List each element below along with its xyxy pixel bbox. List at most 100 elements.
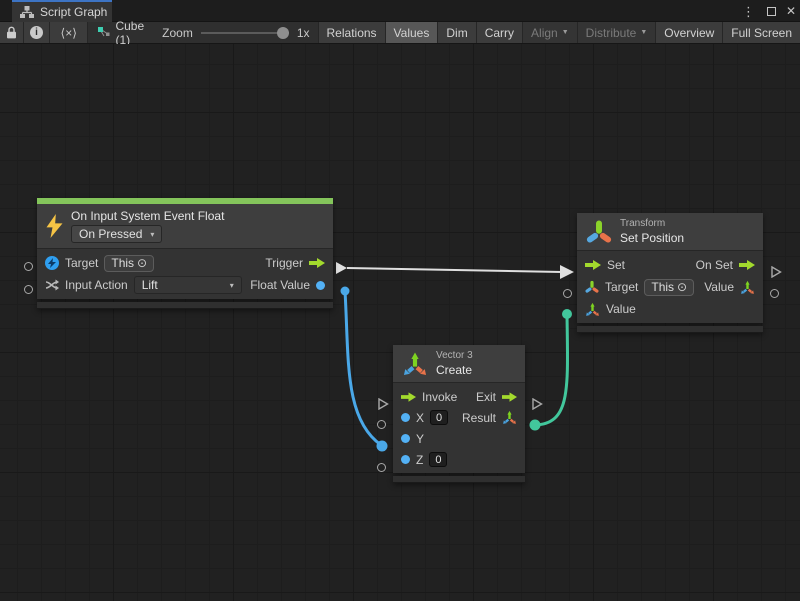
inspect-button[interactable]: i [24,22,50,43]
align-button[interactable]: Align▼ [523,22,578,43]
port-transform-onset[interactable] [770,266,782,278]
flow-arrow-icon [502,392,517,402]
node-footer [577,326,763,333]
values-button[interactable]: Values [386,22,439,43]
code-icon: ⟨×⟩ [61,26,77,40]
target-label: Target [605,280,638,294]
port-input-event-action[interactable] [24,285,33,294]
chevron-down-icon: ▾ [230,281,234,290]
port-vector3-x[interactable] [377,420,386,429]
full-screen-button[interactable]: Full Screen [723,22,800,43]
z-value-field[interactable]: 0 [429,452,447,467]
y-row: Y [393,428,525,449]
y-port-dot-icon [401,434,410,443]
input-action-row: Input Action Lift ▾ Float Value [37,274,333,296]
node-header[interactable]: Transform Set Position [577,213,763,251]
vector3-mini-icon [585,302,600,317]
window-menu-icon[interactable]: ⋮ [740,5,757,18]
port-vector3-exit[interactable] [531,398,543,410]
trigger-label: Trigger [265,256,303,270]
graph-breadcrumb[interactable]: Cube (1) [88,22,154,43]
node-title: Create [436,363,473,377]
exit-label: Exit [476,390,496,404]
flow-arrow-icon [585,260,601,270]
x-port-dot-icon [401,413,410,422]
flow-arrow-icon [309,258,325,268]
graph-canvas[interactable]: On Input System Event Float On Pressed ▾ [0,44,800,601]
zoom-slider-track [201,32,289,34]
relations-button[interactable]: Relations [319,22,386,43]
value-out-label: Value [704,280,734,294]
dim-button[interactable]: Dim [438,22,476,43]
z-port-dot-icon [401,455,410,464]
node-category: Transform [620,218,684,229]
breadcrumb-label: Cube (1) [115,19,144,47]
input-action-label: Input Action [65,278,128,292]
transform-mini-icon [585,280,599,294]
port-input-event-target[interactable] [24,262,33,271]
node-on-input-system-event-float[interactable]: On Input System Event Float On Pressed ▾ [37,198,333,309]
target-object-picker[interactable]: This ⊙ [644,279,694,296]
input-action-dropdown[interactable]: Lift ▾ [134,276,242,294]
vector3-icon [402,351,428,377]
lock-button[interactable] [0,22,24,43]
target-row: Target This ⊙ Trigger [37,252,333,274]
port-vector3-z[interactable] [377,463,386,472]
target-row: Target This ⊙ Value [577,276,763,298]
port-transform-value-out[interactable] [770,289,779,298]
edit-source-button[interactable]: ⟨×⟩ [50,22,88,43]
node-footer [37,302,333,309]
node-title: On Input System Event Float [71,209,224,223]
flow-arrow-icon [401,392,416,402]
port-transform-target[interactable] [563,289,572,298]
overview-button[interactable]: Overview [656,22,723,43]
carry-button[interactable]: Carry [477,22,523,43]
x-label: X [416,411,424,425]
vector3-mini-icon [502,410,517,425]
zoom-label: Zoom [162,26,193,40]
transform-icon [586,219,612,245]
self-target-icon: ⊙ [677,280,687,294]
result-label: Result [462,411,496,425]
port-vector3-invoke[interactable] [377,398,389,410]
graph-hierarchy-icon [20,6,34,18]
on-set-label: On Set [696,258,733,272]
z-label: Z [416,453,423,467]
float-value-label: Float Value [250,278,310,292]
invoke-label: Invoke [422,390,457,404]
script-graph-window: Script Graph ⋮ ✕ i ⟨×⟩ [0,0,800,601]
set-row: Set On Set [577,254,763,276]
node-transform-set-position[interactable]: Transform Set Position Set On Set [577,213,763,333]
align-dropdown-icon: ▼ [562,29,569,36]
node-category: Vector 3 [436,350,473,361]
tab-title: Script Graph [40,5,107,19]
float-value-dot-icon [316,281,325,290]
set-label: Set [607,258,625,272]
zoom-value: 1x [297,26,310,40]
flow-arrow-icon [739,260,755,270]
node-title: Set Position [620,231,684,245]
node-header[interactable]: On Input System Event Float On Pressed ▾ [37,204,333,249]
tab-script-graph[interactable]: Script Graph [12,0,112,22]
node-header[interactable]: Vector 3 Create [393,345,525,383]
zoom-slider[interactable] [201,27,289,39]
zoom-control: Zoom 1x [154,22,317,43]
wire-trigger-to-set[interactable] [336,262,574,279]
z-row: Z 0 [393,449,525,470]
zoom-slider-handle[interactable] [277,27,289,39]
distribute-dropdown-icon: ▼ [640,29,647,36]
distribute-button[interactable]: Distribute▼ [578,22,657,43]
self-target-icon: ⊙ [137,256,147,270]
close-icon[interactable]: ✕ [786,5,796,17]
node-vector3-create[interactable]: Vector 3 Create Invoke Exit [393,345,525,483]
target-object-picker[interactable]: This ⊙ [104,255,154,272]
lightning-bolt-icon [46,214,63,238]
maximize-icon[interactable] [767,7,776,16]
event-mode-dropdown[interactable]: On Pressed ▾ [71,225,162,243]
script-graph-icon [98,27,110,39]
x-value-field[interactable]: 0 [430,410,448,425]
invoke-exit-row: Invoke Exit [393,386,525,407]
wire-result-to-value[interactable] [530,309,573,431]
node-footer [393,476,525,483]
lock-icon [6,26,17,39]
